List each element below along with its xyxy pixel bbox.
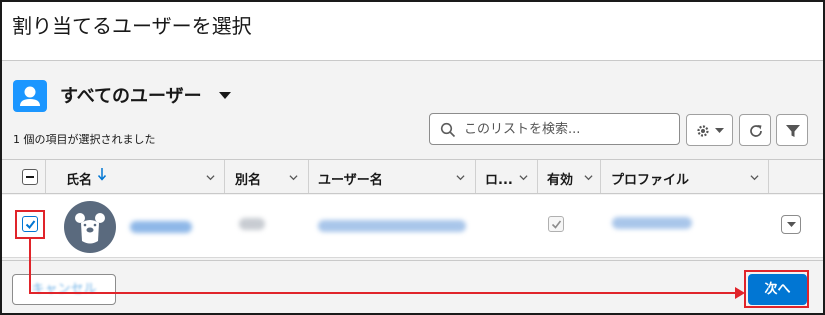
column-label: 有効 (547, 173, 574, 188)
column-label: 別名 (235, 173, 262, 188)
column-label: ユーザー名 (318, 173, 383, 188)
chevron-down-icon[interactable] (289, 173, 298, 182)
row-profile-redacted (612, 217, 692, 229)
column-header-actions (769, 160, 823, 193)
dialog-title: 割り当てるユーザーを選択 (12, 14, 252, 38)
column-header-active[interactable]: 有効 (538, 160, 601, 193)
column-header-alias[interactable]: 別名 (225, 160, 309, 193)
column-header-role[interactable]: ロ... (476, 160, 538, 193)
chevron-down-icon[interactable] (206, 173, 215, 182)
search-box[interactable] (429, 113, 680, 145)
column-label: ロ... (485, 173, 513, 188)
checkmark-icon (551, 220, 562, 229)
row-active-checkbox (548, 216, 564, 232)
chevron-down-icon[interactable] (456, 173, 465, 182)
user-object-icon (13, 80, 47, 112)
refresh-icon (750, 125, 762, 137)
column-header-name[interactable]: 氏名 (46, 160, 225, 193)
column-label: プロファイル (611, 173, 690, 188)
sort-descending-icon[interactable] (98, 168, 106, 181)
next-button[interactable]: 次へ (748, 274, 807, 305)
chevron-down-icon[interactable] (584, 173, 593, 182)
gear-icon (697, 125, 709, 137)
refresh-button[interactable] (739, 114, 771, 146)
filter-icon (786, 125, 800, 137)
select-all-checkbox[interactable] (22, 169, 38, 185)
table-header-row: 氏名 別名 ユーザー名 ロ... 有効 プロファイル (2, 159, 823, 194)
select-all-column (2, 160, 46, 193)
row-username-redacted (318, 220, 466, 232)
column-header-profile[interactable]: プロファイル (601, 160, 769, 193)
settings-button[interactable] (686, 114, 733, 146)
bear-avatar-icon (64, 201, 116, 253)
selected-count: 1 個の項目が選択されました (13, 133, 156, 146)
row-alias-redacted (239, 218, 265, 230)
search-icon (440, 122, 456, 138)
row-actions-button[interactable] (781, 215, 801, 234)
search-input[interactable] (464, 118, 672, 140)
chevron-down-icon[interactable] (750, 173, 759, 182)
row-name-redacted[interactable] (130, 221, 192, 233)
column-header-username[interactable]: ユーザー名 (309, 160, 476, 193)
filter-button[interactable] (776, 114, 808, 146)
annotation-arrow-icon (735, 287, 745, 299)
column-label: 氏名 (66, 173, 93, 188)
cancel-label: キャンセル (31, 282, 97, 297)
dialog-footer (2, 260, 823, 313)
chevron-down-icon[interactable] (519, 173, 528, 182)
row-select-checkbox[interactable] (22, 216, 38, 232)
chevron-down-icon (715, 128, 724, 133)
chevron-down-icon (787, 222, 796, 227)
cancel-button[interactable]: キャンセル (12, 274, 116, 305)
table-row[interactable] (2, 195, 823, 258)
list-view-dropdown-icon[interactable] (219, 92, 231, 99)
list-view-name[interactable]: すべてのユーザー (60, 82, 202, 108)
checkmark-icon (25, 220, 36, 230)
